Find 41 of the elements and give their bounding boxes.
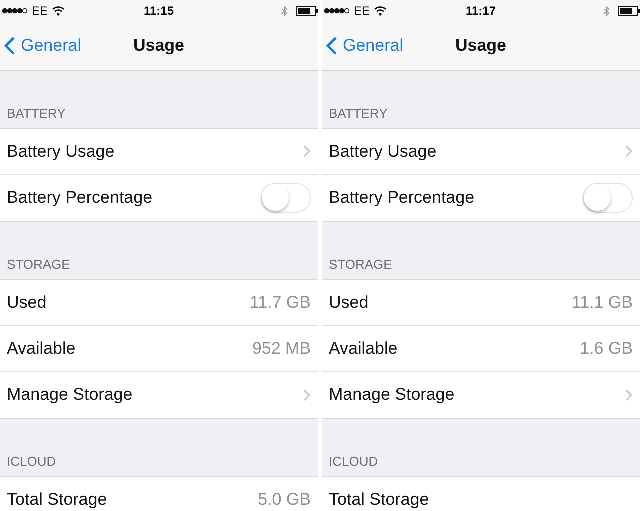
chevron-right-icon [625, 145, 633, 158]
signal-icon [2, 8, 28, 14]
row-label: Battery Usage [7, 142, 115, 162]
chevron-right-icon [625, 388, 633, 402]
row-label: Battery Usage [329, 142, 437, 162]
row-label: Battery Percentage [329, 188, 475, 208]
row-value: 11.1 GB [572, 292, 633, 312]
row-label: Used [7, 292, 47, 312]
chevron-left-icon [326, 36, 338, 56]
back-button[interactable]: General [0, 36, 82, 56]
signal-icon [324, 8, 350, 14]
toggle-switch[interactable] [583, 183, 633, 213]
row-label: Manage Storage [329, 385, 455, 405]
row-value: 952 MB [252, 338, 311, 358]
bluetooth-icon [281, 6, 288, 16]
row-label: Battery Percentage [7, 188, 153, 208]
wifi-icon [52, 6, 66, 16]
carrier-name: EE [354, 4, 370, 18]
screen-title: Usage [455, 36, 507, 56]
screen-title: Usage [133, 36, 185, 56]
battery-icon [618, 6, 640, 16]
wifi-icon [374, 6, 388, 16]
row-label: Used [329, 292, 369, 312]
row-label: Total Storage [329, 490, 430, 510]
row-label: Available [329, 338, 398, 358]
battery-icon [296, 6, 318, 16]
row-label: Manage Storage [7, 385, 133, 405]
row-value: 11.7 GB [250, 292, 311, 312]
back-button[interactable]: General [322, 36, 404, 56]
toggle-switch[interactable] [261, 183, 311, 213]
row-label: Available [7, 338, 76, 358]
chevron-left-icon [4, 36, 16, 56]
row-label: Total Storage [7, 490, 108, 510]
row-value: 5.0 GB [258, 490, 311, 510]
bluetooth-icon [603, 6, 610, 16]
status-time: 11:15 [144, 4, 174, 18]
status-time: 11:17 [466, 4, 496, 18]
carrier-name: EE [32, 4, 48, 18]
row-value: 1.6 GB [580, 338, 633, 358]
chevron-right-icon [303, 145, 311, 158]
chevron-right-icon [303, 388, 311, 402]
